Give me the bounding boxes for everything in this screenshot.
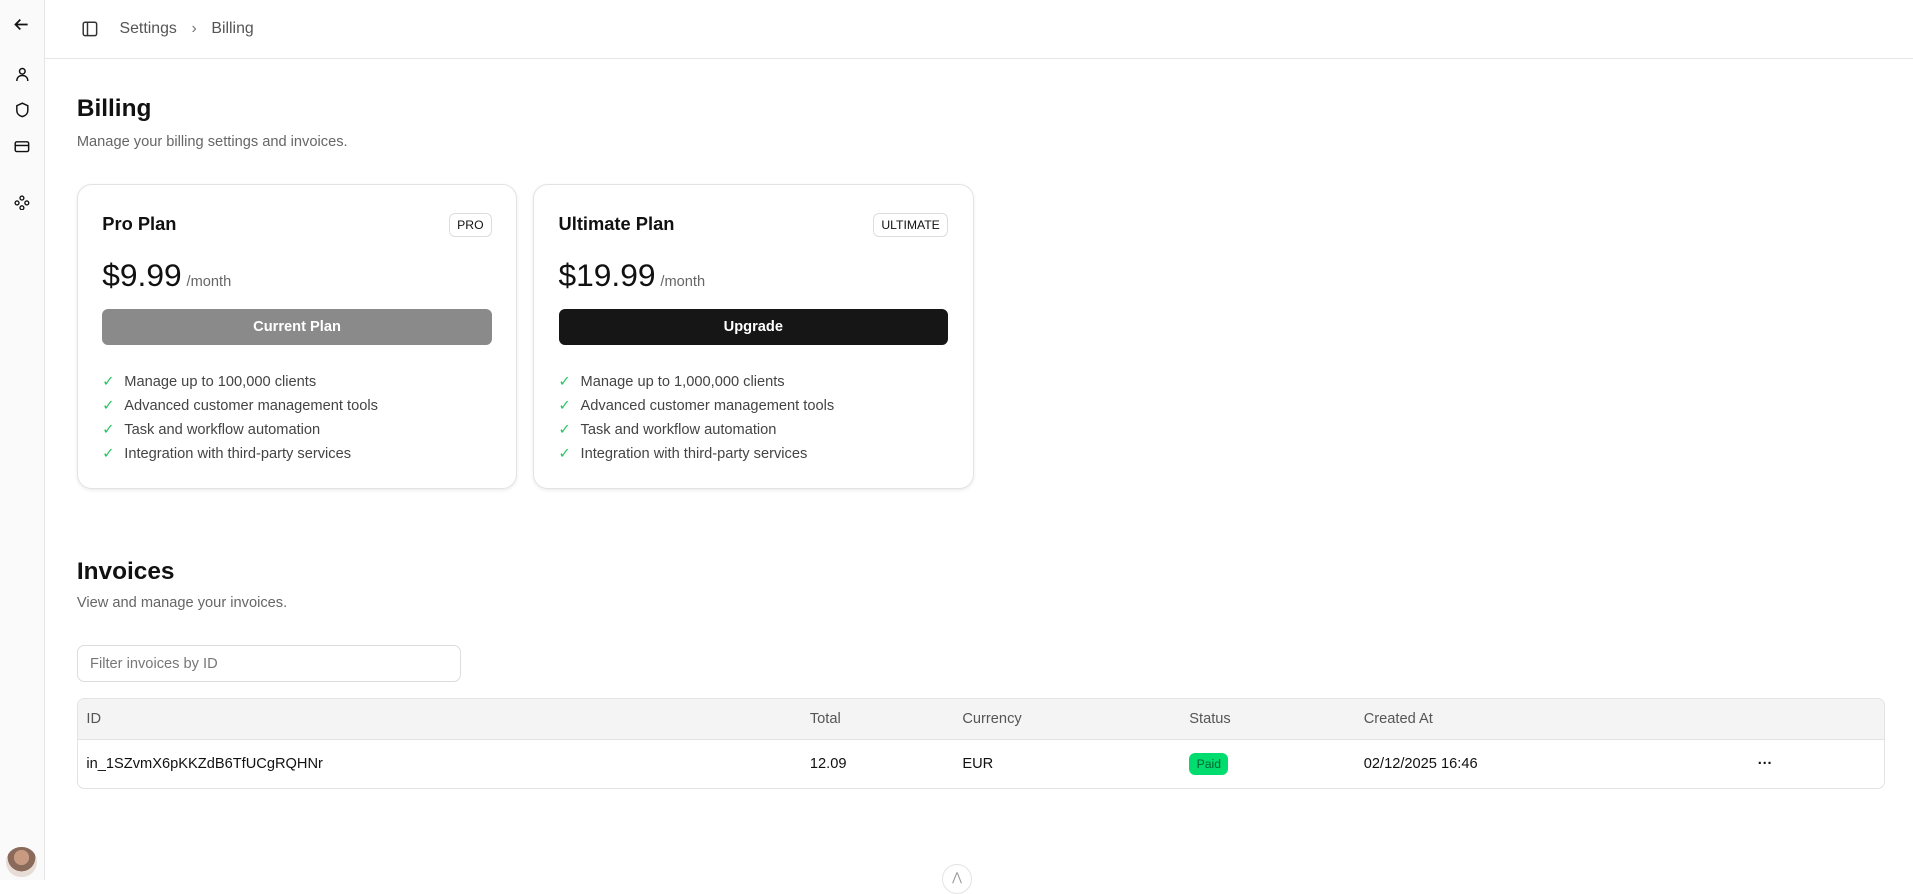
invoice-currency: EUR <box>962 756 994 773</box>
feature-item: ✓ Integration with third-party services <box>558 445 808 463</box>
page-subtitle: Manage your billing settings and invoice… <box>76 134 348 151</box>
invoice-created-at: 02/12/2025 16:46 <box>1363 756 1478 773</box>
upgrade-button[interactable]: Upgrade <box>558 308 949 346</box>
back-arrow-icon[interactable] <box>11 13 33 35</box>
more-actions-button[interactable]: ··· <box>1758 756 1773 772</box>
feature-item: ✓ Advanced customer management tools <box>558 397 835 415</box>
feature-item: ✓ Advanced customer management tools <box>102 397 378 415</box>
feature-item: ✓ Integration with third-party services <box>102 445 352 463</box>
column-id[interactable]: ID <box>86 711 101 727</box>
plan-period: /month <box>186 274 232 291</box>
check-icon: ✓ <box>102 374 115 391</box>
invoice-total: 12.09 <box>809 756 847 773</box>
sidebar-toggle-icon[interactable] <box>82 21 98 37</box>
check-icon: ✓ <box>558 446 571 463</box>
breadcrumb-billing: Billing <box>211 19 254 37</box>
plan-badge: PRO <box>448 213 492 237</box>
table-row[interactable]: in_1SZvmX6pKKZdB6TfUCgRQHNr 12.09 EUR Pa… <box>78 740 1884 788</box>
column-created-at[interactable]: Created At <box>1364 711 1433 727</box>
plan-price: $19.99 <box>558 257 656 294</box>
feature-item: ✓ Manage up to 100,000 clients <box>102 373 317 391</box>
feature-item: ✓ Task and workflow automation <box>102 421 321 439</box>
avatar[interactable] <box>6 846 37 878</box>
plan-period: /month <box>660 274 706 291</box>
shield-icon[interactable] <box>11 99 33 121</box>
chevron-right-icon: › <box>191 19 197 37</box>
status-badge: Paid <box>1189 753 1229 775</box>
integrations-icon[interactable] <box>11 192 33 214</box>
plan-badge: ULTIMATE <box>873 213 949 237</box>
check-icon: ✓ <box>558 398 571 415</box>
column-currency[interactable]: Currency <box>962 711 1021 727</box>
check-icon: ✓ <box>558 374 571 391</box>
plan-card-pro: Pro Plan PRO $9.99/month Current Plan ✓ M… <box>76 184 518 490</box>
current-plan-button[interactable]: Current Plan <box>102 308 492 346</box>
breadcrumb-settings[interactable]: Settings <box>120 20 177 38</box>
logo-icon: ⋀ <box>941 863 973 894</box>
credit-card-icon[interactable] <box>11 135 33 157</box>
invoices-subtitle: View and manage your invoices. <box>76 595 288 612</box>
plan-price: $9.99 <box>102 257 182 294</box>
plan-name: Pro Plan <box>102 213 177 235</box>
icon-rail <box>0 0 46 880</box>
invoice-id: in_1SZvmX6pKKZdB6TfUCgRQHNr <box>86 756 323 773</box>
column-status[interactable]: Status <box>1189 711 1230 727</box>
top-bar: Settings › Billing <box>45 0 1913 59</box>
invoices-table: ID Total Currency Status Created At in_1… <box>76 697 1885 789</box>
check-icon: ✓ <box>558 422 571 439</box>
check-icon: ✓ <box>102 398 115 415</box>
invoice-filter-input[interactable] <box>76 645 462 682</box>
column-total[interactable]: Total <box>810 711 841 727</box>
table-header: ID Total Currency Status Created At <box>77 698 1884 741</box>
feature-item: ✓ Task and workflow automation <box>558 421 777 439</box>
check-icon: ✓ <box>102 422 115 439</box>
invoices-title: Invoices <box>76 557 175 585</box>
page-title: Billing <box>76 95 152 123</box>
feature-item: ✓ Manage up to 1,000,000 clients <box>558 373 785 391</box>
plan-card-ultimate: Ultimate Plan ULTIMATE $19.99/month Upgr… <box>533 184 974 490</box>
check-icon: ✓ <box>102 446 115 463</box>
user-icon[interactable] <box>11 63 33 85</box>
